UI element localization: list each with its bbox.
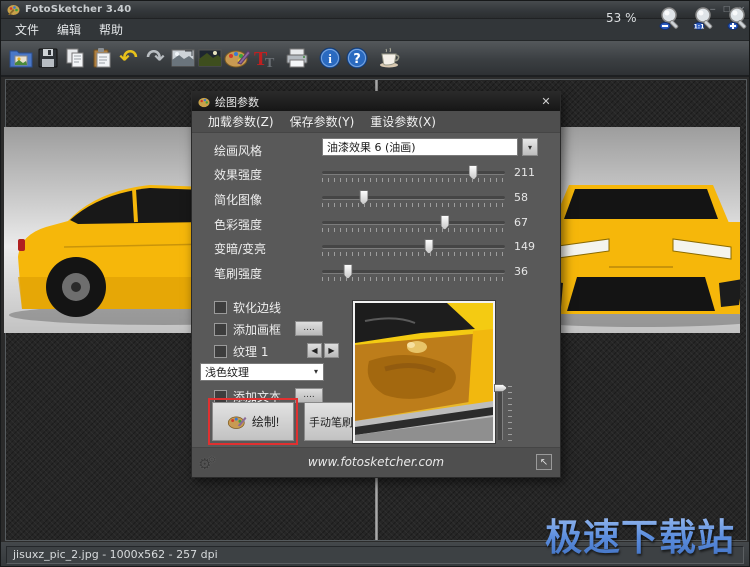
slider-ticks <box>322 228 505 232</box>
svg-text:1:1: 1:1 <box>694 24 705 31</box>
texture-checkbox[interactable] <box>214 345 227 358</box>
color-intensity-slider[interactable] <box>322 221 505 225</box>
fotosketcher-window: FotoSketcher 3.40 ─ ☐ ✕ 文件 编辑 帮助 ↶ ↷ <box>0 0 750 567</box>
texture-prev-icon[interactable]: ◀ <box>307 343 322 358</box>
soften-edges-label: 软化边线 <box>233 299 281 316</box>
style-select-arrow-icon[interactable]: ▾ <box>522 138 538 156</box>
darken-brighten-slider[interactable] <box>322 245 505 249</box>
slider-label: 笔刷强度 <box>214 265 262 282</box>
toolbar: ↶ ↷ TT i ? <box>1 41 750 77</box>
menu-bar: 文件 编辑 帮助 <box>1 19 750 41</box>
slider-value: 36 <box>514 265 554 278</box>
slider-ticks <box>322 203 505 207</box>
slider-ticks <box>322 252 505 256</box>
slider-row-brush-strength: 笔刷强度 36 <box>192 261 562 285</box>
compare-image-icon[interactable] <box>196 44 223 72</box>
dialog-close-icon[interactable]: ✕ <box>538 95 554 108</box>
dialog-menubar: 加载参数(Z) 保存参数(Y) 重设参数(X) <box>192 111 560 133</box>
brush-strength-slider[interactable] <box>322 270 505 274</box>
save-parameters-menu[interactable]: 保存参数(Y) <box>284 111 361 132</box>
reset-parameters-menu[interactable]: 重设参数(X) <box>364 111 442 132</box>
soften-edges-checkbox[interactable] <box>214 301 227 314</box>
redo-icon[interactable]: ↷ <box>142 44 169 72</box>
dialog-titlebar[interactable]: 绘图参数 ✕ <box>192 92 560 111</box>
frame-options-button[interactable]: .... <box>295 321 323 336</box>
add-frame-label: 添加画框 <box>233 321 281 338</box>
drawing-parameters-dialog: 绘图参数 ✕ 加载参数(Z) 保存参数(Y) 重设参数(X) 绘画风格 油漆效果… <box>191 91 561 478</box>
svg-text:T: T <box>265 56 275 69</box>
draw-button-label: 绘制! <box>252 413 279 430</box>
menu-file[interactable]: 文件 <box>7 19 47 40</box>
draw-button[interactable]: 绘制! <box>212 402 294 441</box>
dialog-title: 绘图参数 <box>215 94 259 110</box>
manual-brush-label: 手动笔刷 <box>309 414 353 430</box>
preview-zoom-ticks <box>508 386 512 442</box>
website-link[interactable]: www.fotosketcher.com <box>192 455 560 469</box>
copy-image-icon[interactable] <box>61 44 88 72</box>
effect-preview[interactable] <box>353 301 495 443</box>
texture-next-icon[interactable]: ▶ <box>324 343 339 358</box>
dialog-icon <box>198 96 210 108</box>
zoom-in-icon[interactable] <box>724 5 750 33</box>
slider-value: 149 <box>514 240 554 253</box>
add-frame-row: 添加画框 <box>214 321 281 338</box>
svg-text:i: i <box>328 51 332 66</box>
soften-edges-row: 软化边线 <box>214 299 281 316</box>
donate-coffee-icon[interactable] <box>376 44 403 72</box>
zoom-level: 53 % <box>606 11 637 25</box>
slider-label: 简化图像 <box>214 191 262 208</box>
paste-image-icon[interactable] <box>88 44 115 72</box>
texture-label: 纹理 1 <box>233 343 268 360</box>
load-parameters-menu[interactable]: 加载参数(Z) <box>202 111 280 132</box>
slider-ticks <box>322 178 505 182</box>
window-title: FotoSketcher 3.40 <box>25 4 131 15</box>
texture-select-arrow-icon[interactable]: ▾ <box>308 363 324 380</box>
style-label: 绘画风格 <box>214 142 262 159</box>
menu-edit[interactable]: 编辑 <box>49 19 89 40</box>
paint-palette-icon[interactable] <box>223 44 250 72</box>
add-frame-checkbox[interactable] <box>214 323 227 336</box>
slider-row-effect-strength: 效果强度 211 <box>192 162 562 186</box>
save-image-icon[interactable] <box>34 44 61 72</box>
slider-label: 变暗/变亮 <box>214 240 266 257</box>
slider-value: 67 <box>514 216 554 229</box>
menu-help[interactable]: 帮助 <box>91 19 131 40</box>
window-titlebar: FotoSketcher 3.40 ─ ☐ ✕ <box>1 1 750 19</box>
info-icon[interactable]: i <box>316 44 343 72</box>
slider-value: 58 <box>514 191 554 204</box>
open-image-icon[interactable] <box>7 44 34 72</box>
manual-brush-button[interactable]: 手动笔刷 <box>304 402 358 441</box>
slider-row-color-intensity: 色彩强度 67 <box>192 212 562 236</box>
texture-row: 纹理 1 <box>214 343 268 360</box>
undo-icon[interactable]: ↶ <box>115 44 142 72</box>
site-watermark: 极速下载站 <box>545 507 735 561</box>
slider-label: 色彩强度 <box>214 216 262 233</box>
texture-select[interactable]: 浅色纹理 <box>200 363 324 381</box>
svg-text:?: ? <box>353 52 361 67</box>
help-icon[interactable]: ? <box>343 44 370 72</box>
simplify-image-slider[interactable] <box>322 196 505 200</box>
dialog-bottom-bar: ⚙⚙ www.fotosketcher.com ↖ <box>192 447 560 477</box>
slider-row-simplify-image: 简化图像 58 <box>192 187 562 211</box>
slider-value: 211 <box>514 166 554 179</box>
expand-dialog-icon[interactable]: ↖ <box>536 454 552 470</box>
print-icon[interactable] <box>283 44 310 72</box>
add-text-icon[interactable]: TT <box>250 44 277 72</box>
batch-images-icon[interactable] <box>169 44 196 72</box>
slider-ticks <box>322 277 505 281</box>
preview-zoom-slider[interactable] <box>498 384 503 440</box>
app-icon <box>7 3 20 16</box>
style-select[interactable]: 油漆效果 6 (油画) <box>322 138 518 156</box>
zoom-out-icon[interactable] <box>656 5 684 33</box>
effect-strength-slider[interactable] <box>322 171 505 175</box>
zoom-actual-size-icon[interactable]: 1:1 <box>690 5 718 33</box>
text-options-button[interactable]: .... <box>295 388 323 403</box>
slider-row-darken-brighten: 变暗/变亮 149 <box>192 236 562 260</box>
slider-label: 效果强度 <box>214 166 262 183</box>
palette-icon <box>227 414 247 430</box>
preview-zoom-thumb[interactable] <box>494 384 507 392</box>
